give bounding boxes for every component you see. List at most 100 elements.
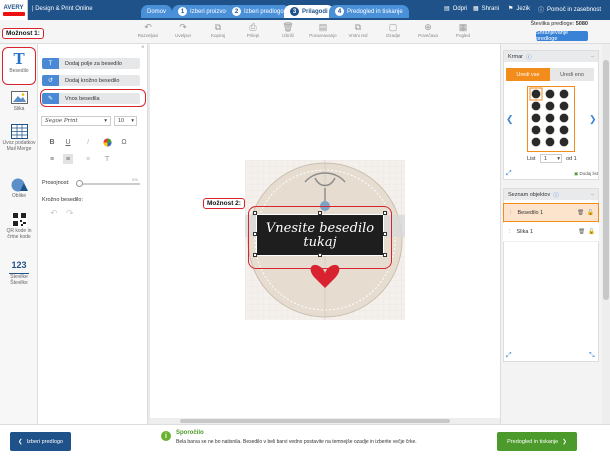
transparency-slider[interactable]: [76, 183, 140, 185]
step-3-number: 3: [290, 7, 299, 16]
copy-icon: ⧉: [214, 22, 222, 32]
help-link[interactable]: ⓘ Pomoč in zasebnost: [538, 5, 601, 15]
vertical-scroll-thumb[interactable]: [603, 60, 609, 300]
object-collapse-icon[interactable]: –: [591, 192, 594, 198]
text-input-button[interactable]: ✎ Vnos besedila: [42, 93, 140, 104]
avery-logo[interactable]: AVERY: [0, 0, 28, 20]
sidebar-item-numbers[interactable]: 123 Številke Številke: [2, 256, 36, 286]
redo-label: Uveljavi: [175, 33, 191, 38]
shrink-objects-icon[interactable]: ⤡: [589, 352, 595, 360]
layer-delete-icon[interactable]: 🗑: [578, 229, 585, 235]
sheet-select[interactable]: 1 ▾: [540, 154, 562, 163]
font-select[interactable]: Segoe Print ▾: [41, 116, 111, 126]
horizontal-scroll-thumb[interactable]: [180, 419, 450, 423]
copy-button[interactable]: ⧉ Kopiraj: [201, 22, 235, 38]
layer-item-image-label: Slika 1: [516, 229, 534, 235]
back-button[interactable]: ❮ Izberi predlogo: [10, 432, 71, 451]
folder-icon: ▤: [444, 6, 450, 12]
align-left-icon[interactable]: ≡: [47, 154, 57, 164]
language-link[interactable]: ⚑ Jezik: [508, 5, 530, 13]
drag-handle-icon[interactable]: ⋮: [507, 229, 513, 235]
preview-print-button[interactable]: Predogled in tiskanje ❯: [497, 432, 577, 451]
font-size-select[interactable]: 10 ▾: [114, 116, 137, 126]
align-right-icon[interactable]: ≡: [83, 154, 93, 164]
undo-button[interactable]: ↶ Razveljavi: [131, 22, 165, 38]
italic-icon[interactable]: I: [83, 137, 93, 147]
transparency-slider-handle[interactable]: [76, 180, 83, 187]
save-template-button[interactable]: Shranjevanje predloge: [536, 30, 588, 42]
step-home[interactable]: Domov: [141, 5, 173, 18]
layer-item-text[interactable]: ⋮ Besedilo 1 🗑 🔓: [503, 203, 599, 222]
step-3[interactable]: 3 Prilagodi: [284, 5, 334, 18]
template-number-value: 5080: [575, 21, 588, 27]
object-list-header: Seznam objektov ⓘ –: [504, 189, 598, 200]
color-wheel-icon[interactable]: [102, 137, 112, 147]
sidebar-item-shapes-label: Oblike: [11, 193, 27, 199]
chevron-left-icon: ❮: [18, 438, 23, 445]
next-sheet-arrow-icon[interactable]: ❯: [589, 114, 597, 125]
object-info-icon[interactable]: ⓘ: [553, 191, 559, 199]
expand-icon[interactable]: ⤢: [506, 170, 512, 178]
tab-edit-one[interactable]: Uredi eno: [550, 68, 594, 81]
font-select-value: Segoe Print: [45, 118, 78, 124]
add-circle-text-button[interactable]: ↺ Dodaj krožno besedilo: [42, 75, 140, 86]
text-input-icon: ✎: [42, 93, 59, 104]
order-label: Vrstni red: [348, 33, 368, 38]
circle-text-off-icon[interactable]: ↶: [50, 208, 58, 219]
add-circle-text-label: Dodaj krožno besedilo: [65, 77, 120, 84]
sheet-thumbnail-grid: [529, 87, 569, 147]
sidebar-item-shapes[interactable]: Oblike: [2, 175, 36, 199]
sheet-thumbnail[interactable]: [527, 86, 575, 152]
step-4[interactable]: 4 Predogled in tiskanje: [329, 5, 409, 18]
add-sheet-button[interactable]: ▣ Dodaj list: [574, 171, 598, 177]
tab-edit-all[interactable]: Uredi vse: [506, 68, 550, 81]
sidebar-item-image[interactable]: Slika: [2, 88, 36, 112]
add-sheet-label: Dodaj list: [579, 171, 599, 176]
delete-button[interactable]: 🗑 Izbriši: [271, 22, 305, 38]
open-link[interactable]: ▤ Odpri: [444, 5, 467, 13]
add-text-field-button[interactable]: T Dodaj polje za besedilo: [42, 58, 140, 69]
underline-icon[interactable]: U: [63, 137, 73, 147]
align-button[interactable]: ▤ Poravnavanje: [306, 22, 340, 38]
align-icon: ▤: [318, 22, 328, 32]
redo-icon: ↷: [179, 22, 187, 32]
navigator-header: Krmar ⓘ –: [504, 51, 598, 62]
preview-print-label: Predogled in tiskanje: [507, 438, 559, 445]
sidebar-item-qr[interactable]: QR kode in črtne kode: [2, 210, 36, 240]
background-icon: ▢: [388, 22, 398, 32]
zoom-button[interactable]: ⊕ Povečava: [411, 22, 445, 38]
info-icon[interactable]: ⓘ: [526, 53, 532, 61]
circle-text-on-icon[interactable]: ↷: [66, 208, 74, 219]
shapes-icon: [9, 175, 29, 193]
special-char-icon[interactable]: Ω: [119, 137, 129, 147]
step-2[interactable]: 2 Izberi predlogo: [226, 5, 290, 18]
add-sheet-icon: ▣: [574, 171, 579, 176]
step-1-number: 1: [178, 7, 187, 16]
redo-button[interactable]: ↷ Uveljavi: [166, 22, 200, 38]
panel-close-icon[interactable]: ×: [141, 45, 145, 51]
align-center-icon[interactable]: ≡: [63, 154, 73, 164]
layer-lock-icon[interactable]: 🔓: [587, 210, 594, 216]
logo-text: AVERY: [3, 4, 24, 11]
sidebar-item-text-label: Besedilo: [9, 68, 29, 74]
view-button[interactable]: ▦ Pogled: [446, 22, 480, 38]
sidebar-item-text[interactable]: T Besedilo: [2, 47, 36, 85]
prev-sheet-arrow-icon[interactable]: ❮: [506, 114, 514, 125]
collapse-icon[interactable]: –: [591, 54, 594, 60]
save-link[interactable]: ▦ Shrani: [473, 5, 499, 13]
order-button[interactable]: ⧉ Vrstni red: [341, 22, 375, 38]
undo-icon: ↶: [144, 22, 152, 32]
sheet-select-value: 1: [544, 155, 548, 162]
background-button[interactable]: ▢ Ozadje: [376, 22, 410, 38]
layer-item-image[interactable]: ⋮ Slika 1 🗑 🔓: [503, 223, 599, 242]
vertical-align-icon[interactable]: ⊤: [102, 154, 112, 164]
delete-label: Izbriši: [282, 33, 294, 38]
layer-lock-icon[interactable]: 🔓: [588, 229, 595, 235]
expand-objects-icon[interactable]: ⤢: [506, 352, 512, 360]
drag-handle-icon[interactable]: ⋮: [508, 210, 514, 216]
circle-text-label: Krožno besedilo:: [42, 197, 83, 203]
sidebar-item-mail-merge[interactable]: Uvoz podatkov Mail Merge: [2, 122, 36, 152]
layer-delete-icon[interactable]: 🗑: [577, 210, 584, 216]
bold-icon[interactable]: B: [47, 137, 57, 147]
paste-button[interactable]: ⎙ Prilepi: [236, 22, 270, 38]
